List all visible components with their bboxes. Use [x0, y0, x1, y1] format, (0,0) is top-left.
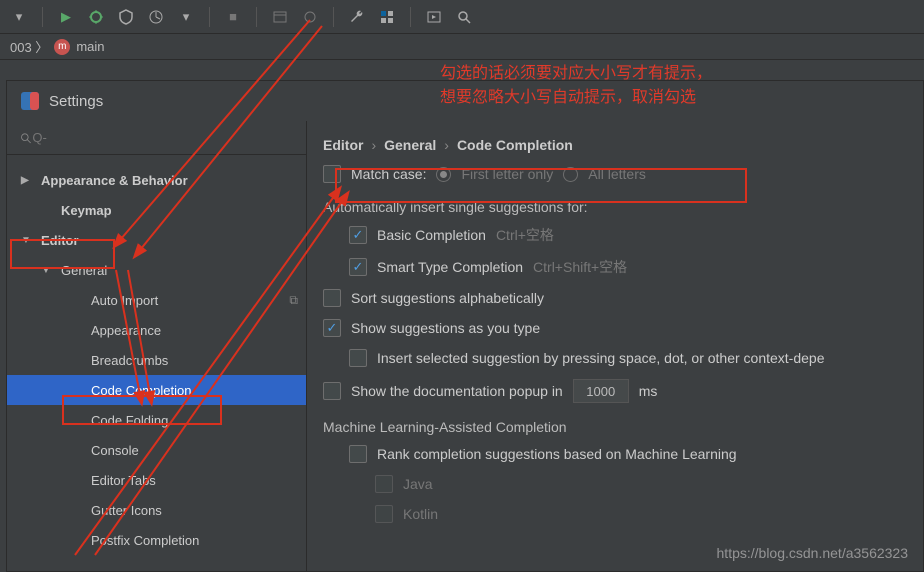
- profile-button[interactable]: [145, 6, 167, 28]
- basic-completion-checkbox[interactable]: [349, 226, 367, 244]
- ml-kotlin-label: Kotlin: [403, 506, 438, 522]
- tree-auto-import[interactable]: Auto Import⧉: [7, 285, 306, 315]
- tree-general[interactable]: ▼General: [7, 255, 306, 285]
- dropdown-indicator[interactable]: ▾: [8, 6, 30, 28]
- tree-editor[interactable]: ▼Editor: [7, 225, 306, 255]
- coverage-button[interactable]: [115, 6, 137, 28]
- sort-alpha-checkbox[interactable]: [323, 289, 341, 307]
- sort-alpha-label: Sort suggestions alphabetically: [351, 290, 544, 306]
- show-doc-label: Show the documentation popup in: [351, 383, 563, 399]
- show-as-type-checkbox[interactable]: [323, 319, 341, 337]
- all-letters-label: All letters: [588, 166, 646, 182]
- search-everywhere-button[interactable]: [453, 6, 475, 28]
- ml-java-checkbox[interactable]: [375, 475, 393, 493]
- path-segment[interactable]: 003 〉: [10, 37, 48, 56]
- main-label[interactable]: main: [76, 39, 104, 54]
- ml-header: Machine Learning-Assisted Completion: [323, 409, 907, 439]
- bc-editor[interactable]: Editor: [323, 137, 363, 153]
- bc-code-completion: Code Completion: [457, 137, 573, 153]
- project-structure-button[interactable]: [376, 6, 398, 28]
- settings-dialog: Settings ▶Appearance & Behavior Keymap ▼…: [6, 80, 924, 572]
- debug-button[interactable]: [85, 6, 107, 28]
- rank-ml-label: Rank completion suggestions based on Mac…: [377, 446, 737, 462]
- settings-content-panel: Editor › General › Code Completion Match…: [307, 121, 923, 571]
- smart-completion-checkbox[interactable]: [349, 258, 367, 276]
- settings-tree-panel: ▶Appearance & Behavior Keymap ▼Editor ▼G…: [7, 121, 307, 571]
- main-toolbar: ▾ ▶ ▾ ■: [0, 0, 924, 34]
- show-as-type-label: Show suggestions as you type: [351, 320, 540, 336]
- first-letter-label: First letter only: [461, 166, 553, 182]
- show-doc-checkbox[interactable]: [323, 382, 341, 400]
- run-anything-button[interactable]: [423, 6, 445, 28]
- basic-completion-shortcut: Ctrl+空格: [496, 225, 554, 245]
- basic-completion-label: Basic Completion: [377, 227, 486, 243]
- match-case-checkbox[interactable]: [323, 165, 341, 183]
- tree-code-completion[interactable]: Code Completion: [7, 375, 306, 405]
- rank-ml-checkbox[interactable]: [349, 445, 367, 463]
- insert-on-space-label: Insert selected suggestion by pressing s…: [377, 350, 825, 366]
- annotation-text: 勾选的话必须要对应大小写才有提示， 想要忽略大小写自动提示，取消勾选: [440, 62, 712, 110]
- tree-gutter-icons[interactable]: Gutter Icons: [7, 495, 306, 525]
- all-letters-radio[interactable]: [563, 167, 578, 182]
- tree-breadcrumbs[interactable]: Breadcrumbs: [7, 345, 306, 375]
- auto-insert-header: Automatically insert single suggestions …: [323, 189, 907, 219]
- ml-java-label: Java: [403, 476, 433, 492]
- tree-appearance-behavior[interactable]: ▶Appearance & Behavior: [7, 165, 306, 195]
- tree-editor-tabs[interactable]: Editor Tabs: [7, 465, 306, 495]
- search-icon: [19, 131, 32, 145]
- layout-button[interactable]: [269, 6, 291, 28]
- wrench-settings-button[interactable]: [346, 6, 368, 28]
- nav-breadcrumb: 003 〉 m main: [0, 34, 924, 60]
- content-breadcrumb: Editor › General › Code Completion: [323, 131, 907, 159]
- settings-search[interactable]: [7, 121, 306, 155]
- show-doc-ms-input[interactable]: [573, 379, 629, 403]
- sync-button[interactable]: [299, 6, 321, 28]
- tree-keymap[interactable]: Keymap: [7, 195, 306, 225]
- more-run-button[interactable]: ▾: [175, 6, 197, 28]
- bc-general[interactable]: General: [384, 137, 436, 153]
- settings-search-input[interactable]: [32, 130, 294, 145]
- smart-completion-shortcut: Ctrl+Shift+空格: [533, 257, 627, 277]
- insert-on-space-checkbox[interactable]: [349, 349, 367, 367]
- watermark: https://blog.csdn.net/a3562323: [717, 545, 908, 561]
- tree-console[interactable]: Console: [7, 435, 306, 465]
- tree-code-folding[interactable]: Code Folding: [7, 405, 306, 435]
- app-icon: [21, 92, 39, 110]
- run-button[interactable]: ▶: [55, 6, 77, 28]
- ml-kotlin-checkbox[interactable]: [375, 505, 393, 523]
- smart-completion-label: Smart Type Completion: [377, 259, 523, 275]
- match-case-label: Match case:: [351, 166, 426, 182]
- scope-indicator-icon: ⧉: [289, 293, 298, 308]
- stop-button[interactable]: ■: [222, 6, 244, 28]
- ms-label: ms: [639, 383, 658, 399]
- tree-appearance[interactable]: Appearance: [7, 315, 306, 345]
- tree-postfix-completion[interactable]: Postfix Completion: [7, 525, 306, 555]
- main-icon: m: [54, 39, 70, 55]
- first-letter-radio[interactable]: [436, 167, 451, 182]
- settings-title: Settings: [49, 93, 103, 110]
